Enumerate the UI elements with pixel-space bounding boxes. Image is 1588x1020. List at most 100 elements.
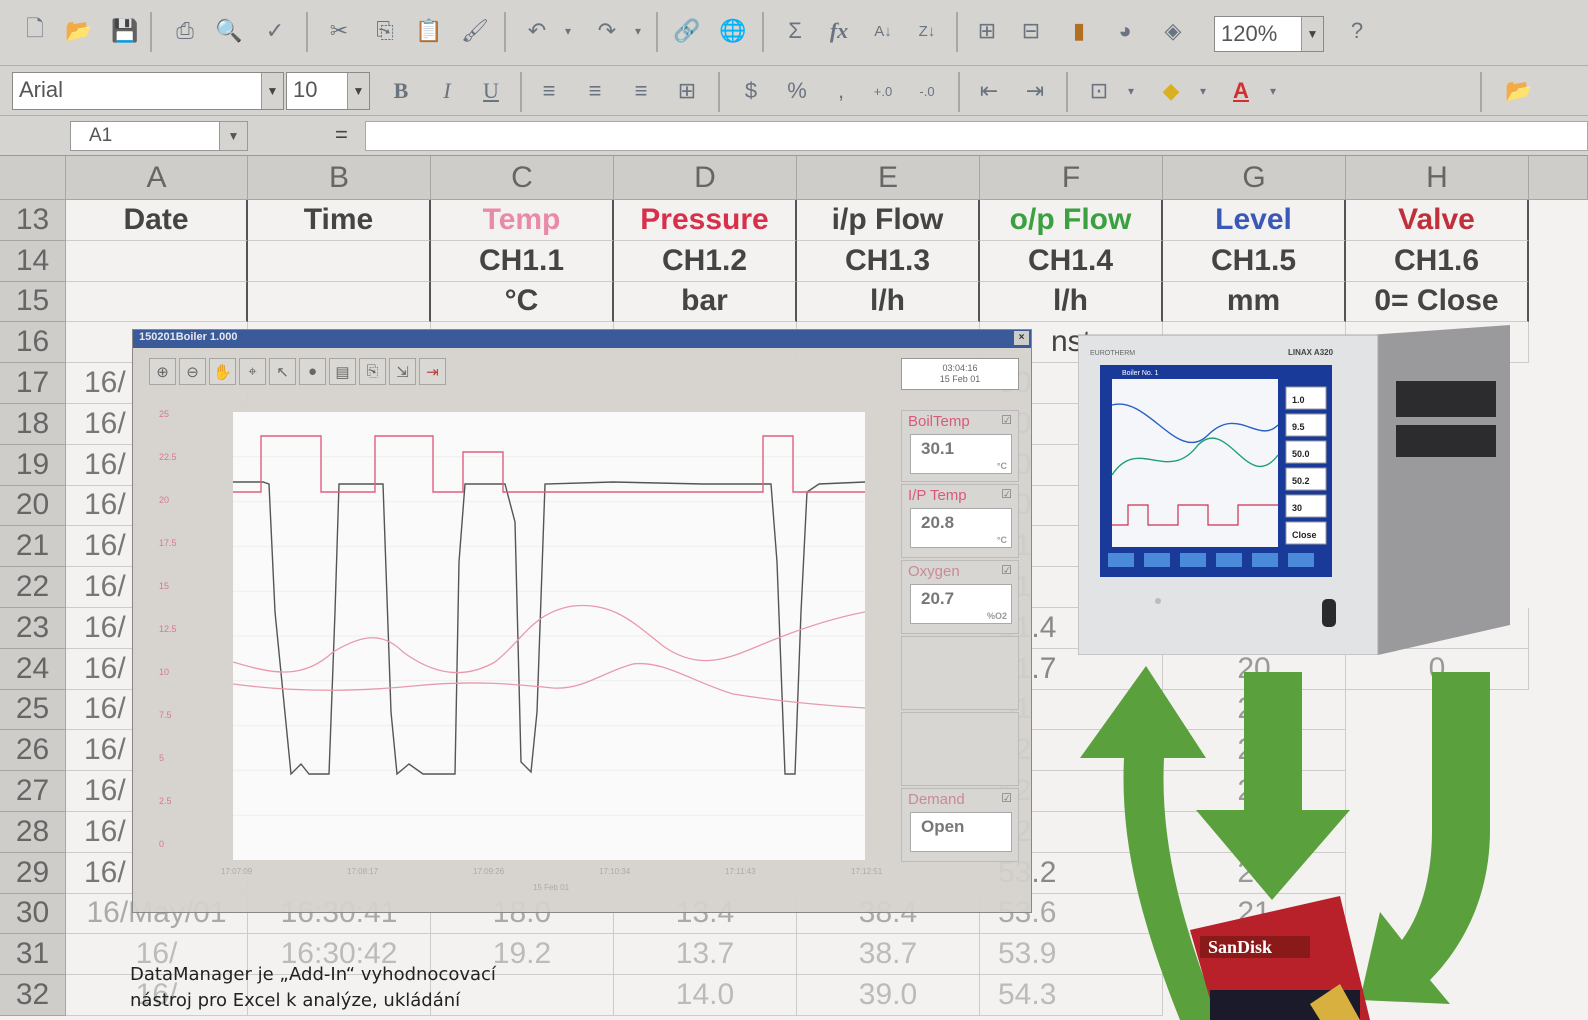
document-icon[interactable]: ▤ xyxy=(329,358,356,385)
row-header-13[interactable]: 13 xyxy=(0,200,66,241)
cell-g14[interactable]: CH1.5 xyxy=(1163,240,1346,282)
group-icon[interactable]: ⊞ xyxy=(970,14,1004,48)
sort-descending-icon[interactable]: Z↓ xyxy=(910,14,944,48)
redo-icon[interactable]: ↷ xyxy=(590,14,624,48)
undo-dropdown-icon[interactable]: ▾ xyxy=(558,14,578,48)
increase-decimal-icon[interactable]: +.0 xyxy=(866,74,900,108)
cursor-icon[interactable]: ⌖ xyxy=(239,358,266,385)
chevron-down-icon[interactable]: ▼ xyxy=(1301,17,1323,51)
exit-icon[interactable]: ⇥ xyxy=(419,358,446,385)
column-header-b[interactable]: B xyxy=(248,156,431,200)
cell-d15[interactable]: bar xyxy=(614,281,797,323)
row-header-24[interactable]: 24 xyxy=(0,648,66,690)
font-select[interactable]: Arial ▼ xyxy=(12,72,284,110)
cell-g13[interactable]: Level xyxy=(1163,200,1346,241)
row-header-16[interactable]: 16 xyxy=(0,322,66,364)
cell-f15[interactable]: l/h xyxy=(980,281,1163,323)
zoom-in-icon[interactable]: ⊕ xyxy=(149,358,176,385)
select-all-corner[interactable] xyxy=(0,156,66,200)
row-header-29[interactable]: 29 xyxy=(0,852,66,894)
print-preview-icon[interactable]: 🔍 xyxy=(212,14,246,48)
row-header-14[interactable]: 14 xyxy=(0,240,66,282)
align-right-icon[interactable]: ≡ xyxy=(624,74,658,108)
cell-b14[interactable] xyxy=(248,240,431,282)
cell-c13[interactable]: Temp xyxy=(431,200,614,241)
row-header-15[interactable]: 15 xyxy=(0,281,66,323)
new-document-icon[interactable]: 🗋 xyxy=(18,14,52,48)
export-icon[interactable]: ⇲ xyxy=(389,358,416,385)
cell-b15[interactable] xyxy=(248,281,431,323)
column-header-f[interactable]: F xyxy=(980,156,1163,200)
cell-e13[interactable]: i/p Flow xyxy=(797,200,980,241)
open-folder-icon[interactable]: 📂 xyxy=(1502,74,1536,108)
save-icon[interactable]: 💾 xyxy=(108,14,142,48)
comma-button[interactable]: , xyxy=(824,74,858,108)
column-header-c[interactable]: C xyxy=(431,156,614,200)
cell-d13[interactable]: Pressure xyxy=(614,200,797,241)
column-header-i[interactable] xyxy=(1529,156,1588,200)
spelling-icon[interactable]: ✓ xyxy=(258,14,292,48)
zoom-out-icon[interactable]: ⊖ xyxy=(179,358,206,385)
cell-a13[interactable]: Date xyxy=(66,200,248,241)
row-header-21[interactable]: 21 xyxy=(0,526,66,568)
font-color-icon[interactable]: A xyxy=(1224,74,1258,108)
row-header-32[interactable]: 32 xyxy=(0,975,66,1016)
channel-panel-oxygen[interactable]: Oxygen ☑ 20.7 %O2 xyxy=(901,560,1019,634)
column-header-e[interactable]: E xyxy=(797,156,980,200)
align-left-icon[interactable]: ≡ xyxy=(532,74,566,108)
redo-dropdown-icon[interactable]: ▾ xyxy=(628,14,648,48)
borders-icon[interactable]: ⊡ xyxy=(1082,74,1116,108)
autosum-icon[interactable]: Σ xyxy=(778,14,812,48)
paste-icon[interactable]: 📋 xyxy=(412,14,446,48)
ungroup-icon[interactable]: ⊟ xyxy=(1014,14,1048,48)
cell-h13[interactable]: Valve xyxy=(1346,200,1529,241)
row-header-27[interactable]: 27 xyxy=(0,771,66,812)
hyperlink-icon[interactable]: 🔗 xyxy=(670,14,704,48)
column-header-g[interactable]: G xyxy=(1163,156,1346,200)
open-folder-icon[interactable]: 📂 xyxy=(62,14,96,48)
drawing-icon[interactable]: ◈ xyxy=(1156,14,1190,48)
cell-d31[interactable]: 13.7 xyxy=(614,934,797,976)
cell-d14[interactable]: CH1.2 xyxy=(614,240,797,282)
increase-indent-icon[interactable]: ⇥ xyxy=(1018,74,1052,108)
print-icon[interactable]: ⎙ xyxy=(168,14,202,48)
cell-f13[interactable]: o/p Flow xyxy=(980,200,1163,241)
row-header-31[interactable]: 31 xyxy=(0,934,66,976)
cell-e14[interactable]: CH1.3 xyxy=(797,240,980,282)
row-header-20[interactable]: 20 xyxy=(0,485,66,527)
name-box[interactable]: A1 ▼ xyxy=(70,121,248,151)
pointer-icon[interactable]: ↖ xyxy=(269,358,296,385)
chevron-down-icon[interactable]: ▼ xyxy=(219,122,247,150)
cell-h15[interactable]: 0= Close xyxy=(1346,281,1529,323)
checkbox-icon[interactable]: ☑ xyxy=(1001,487,1012,501)
channel-panel-iptemp[interactable]: I/P Temp ☑ 20.8 °C xyxy=(901,484,1019,558)
cell-c15[interactable]: °C xyxy=(431,281,614,323)
cell-f14[interactable]: CH1.4 xyxy=(980,240,1163,282)
merge-center-icon[interactable]: ⊞ xyxy=(670,74,704,108)
close-icon[interactable]: × xyxy=(1014,331,1029,345)
format-painter-icon[interactable]: 🖌 xyxy=(458,14,492,48)
align-center-icon[interactable]: ≡ xyxy=(578,74,612,108)
zoom-select[interactable]: 120% ▼ xyxy=(1214,16,1324,52)
fill-color-dropdown-icon[interactable]: ▾ xyxy=(1194,74,1212,108)
cell-e32[interactable]: 39.0 xyxy=(797,975,980,1016)
hand-icon[interactable]: ✋ xyxy=(209,358,236,385)
column-header-d[interactable]: D xyxy=(614,156,797,200)
row-header-26[interactable]: 26 xyxy=(0,730,66,772)
channel-panel-boiltemp[interactable]: BoilTemp ☑ 30.1 °C xyxy=(901,410,1019,482)
formula-input[interactable] xyxy=(365,121,1588,151)
cell-d32[interactable]: 14.0 xyxy=(614,975,797,1016)
undo-icon[interactable]: ↶ xyxy=(520,14,554,48)
column-header-h[interactable]: H xyxy=(1346,156,1529,200)
copy-icon[interactable]: ⎘ xyxy=(368,14,402,48)
cut-icon[interactable]: ✂ xyxy=(322,14,356,48)
checkbox-icon[interactable]: ☑ xyxy=(1001,791,1012,805)
row-header-23[interactable]: 23 xyxy=(0,608,66,649)
cell-c14[interactable]: CH1.1 xyxy=(431,240,614,282)
decrease-indent-icon[interactable]: ⇤ xyxy=(972,74,1006,108)
cell-e15[interactable]: l/h xyxy=(797,281,980,323)
device-button[interactable] xyxy=(1155,598,1161,604)
chevron-down-icon[interactable]: ▼ xyxy=(261,73,283,109)
chart-wizard-icon[interactable]: ▮ xyxy=(1062,14,1096,48)
row-header-18[interactable]: 18 xyxy=(0,404,66,445)
